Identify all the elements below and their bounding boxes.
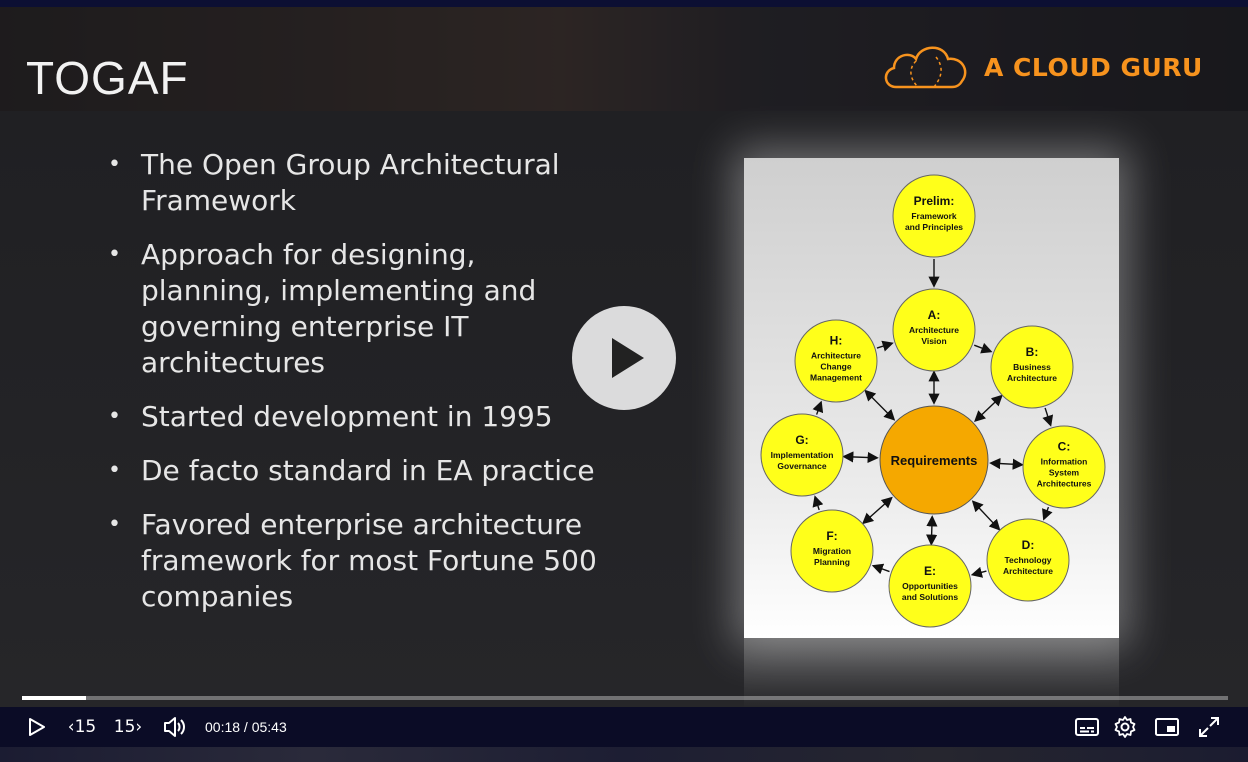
- time-display: 00:18 / 05:43: [205, 707, 287, 747]
- phase-label: and Solutions: [902, 592, 958, 602]
- duration: 05:43: [251, 719, 287, 735]
- bottom-strip: [0, 747, 1248, 762]
- adm-phase-node: E: Opportunitiesand Solutions: [888, 544, 972, 628]
- bullet-item: The Open Group Architectural Framework: [108, 147, 608, 219]
- gear-icon: [1114, 716, 1136, 738]
- top-strip: [0, 0, 1248, 7]
- phase-label: Framework: [911, 211, 957, 221]
- phase-label: Architecture: [909, 325, 959, 335]
- bullet-item: Approach for designing, planning, implem…: [108, 237, 608, 381]
- phase-label: Migration: [813, 546, 851, 556]
- togaf-adm-diagram: Requirements Prelim: Framework and Principl…: [744, 158, 1119, 638]
- adm-phase-node: A: ArchitectureVision: [892, 288, 976, 372]
- adm-cycle-graphic: Requirements Prelim: Frameworkand Principl…: [744, 158, 1119, 638]
- chevron-right-icon: ›: [135, 717, 143, 737]
- phase-letter: F:: [826, 529, 837, 543]
- captions-button[interactable]: [1072, 707, 1102, 747]
- adm-phase-node: B: BusinessArchitecture: [990, 325, 1074, 409]
- slide-header: TOGAF A CLOUD GURU: [0, 7, 1248, 111]
- bullet-item: De facto standard in EA practice: [108, 453, 608, 489]
- adm-phase-node: C: InformationSystemArchitectures: [1022, 425, 1106, 509]
- phase-letter: G:: [795, 433, 808, 447]
- adm-phase-node: G: ImplementationGovernance: [760, 413, 844, 497]
- skip-back-label: 15: [74, 717, 97, 737]
- play-icon: [612, 338, 644, 378]
- skip-back-button[interactable]: ‹ 15: [64, 707, 100, 747]
- phase-letter: H:: [830, 334, 843, 348]
- volume-button[interactable]: [160, 707, 190, 747]
- phase-label: Implementation: [771, 450, 834, 460]
- bullet-list: The Open Group Architectural Framework A…: [108, 147, 608, 633]
- time-separator: /: [240, 719, 252, 735]
- bullet-item: Favored enterprise architecture framewor…: [108, 507, 608, 615]
- progress-fill: [22, 696, 86, 700]
- adm-phase-node: D: TechnologyArchitecture: [986, 518, 1070, 602]
- skip-forward-button[interactable]: 15 ›: [110, 707, 146, 747]
- phase-label: Architectures: [1037, 479, 1092, 489]
- a-cloud-guru-logo: A CLOUD GURU: [882, 41, 1203, 93]
- video-frame[interactable]: TOGAF A CLOUD GURU The Open Group Archit…: [0, 7, 1248, 707]
- volume-icon: [164, 717, 185, 737]
- big-play-button[interactable]: [572, 306, 676, 410]
- phase-label: Opportunities: [902, 581, 958, 591]
- phase-label: System: [1049, 468, 1080, 478]
- adm-phase-node: H: ArchitectureChangeManagement: [794, 319, 878, 403]
- progress-bar[interactable]: [22, 696, 1228, 700]
- phase-label: Vision: [921, 336, 946, 346]
- captions-icon: [1075, 718, 1099, 736]
- diagram-arrow: [926, 515, 938, 546]
- phase-label: and Principles: [905, 222, 963, 232]
- phase-label: Information: [1041, 457, 1088, 467]
- phase-label: Governance: [777, 461, 826, 471]
- phase-label: Change: [820, 362, 851, 372]
- current-time: 00:18: [205, 719, 241, 735]
- phase-letter: B:: [1026, 345, 1039, 359]
- picture-in-picture-button[interactable]: [1152, 707, 1182, 747]
- phase-letter: C:: [1058, 440, 1071, 454]
- play-icon: [29, 718, 45, 736]
- slide-title: TOGAF: [26, 52, 189, 104]
- phase-label: Architecture: [1003, 566, 1053, 576]
- play-button[interactable]: [22, 707, 52, 747]
- phase-label: Management: [810, 373, 862, 383]
- phase-label: Architecture: [811, 351, 861, 361]
- chevron-left-icon: ‹: [67, 717, 75, 737]
- player-controls: ‹ 15 15 › 00:18 / 05:43: [0, 707, 1248, 747]
- phase-letter: A:: [928, 308, 941, 322]
- phase-label: Business: [1013, 362, 1051, 372]
- requirements-label: Requirements: [891, 453, 978, 468]
- bullet-item: Started development in 1995: [108, 399, 608, 435]
- phase-letter: Prelim:: [914, 194, 955, 208]
- picture-in-picture-icon: [1155, 718, 1179, 736]
- phase-letter: D:: [1022, 538, 1035, 552]
- phase-label: Planning: [814, 557, 850, 567]
- cloud-logo-icon: [884, 46, 967, 89]
- phase-letter: E:: [924, 564, 936, 578]
- phase-label: Architecture: [1007, 373, 1057, 383]
- settings-button[interactable]: [1110, 707, 1140, 747]
- adm-phase-node: Prelim: Frameworkand Principles: [892, 174, 976, 258]
- adm-phase-node: F: MigrationPlanning: [790, 509, 874, 593]
- logo-text: A CLOUD GURU: [984, 52, 1203, 82]
- fullscreen-button[interactable]: [1194, 707, 1224, 747]
- skip-forward-label: 15: [113, 717, 136, 737]
- phase-label: Technology: [1004, 555, 1051, 565]
- fullscreen-icon: [1199, 717, 1219, 737]
- video-player[interactable]: TOGAF A CLOUD GURU The Open Group Archit…: [0, 0, 1248, 762]
